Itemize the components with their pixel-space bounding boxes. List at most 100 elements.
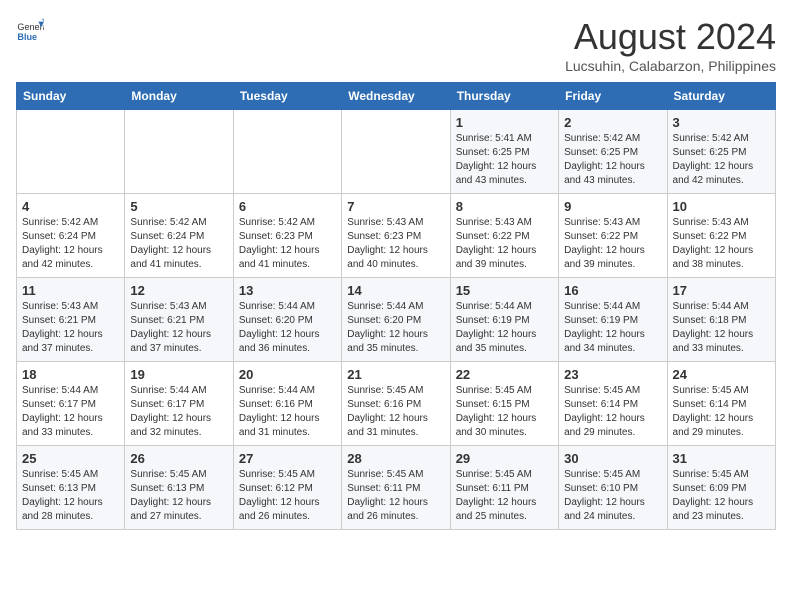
weekday-header-saturday: Saturday [667,83,775,110]
day-info: Sunrise: 5:44 AM Sunset: 6:19 PM Dayligh… [456,300,553,356]
weekday-header-sunday: Sunday [17,83,125,110]
day-number: 17 [673,283,770,298]
day-number: 27 [239,451,336,466]
calendar-cell: 31Sunrise: 5:45 AM Sunset: 6:09 PM Dayli… [667,446,775,530]
day-number: 7 [347,199,444,214]
week-row-4: 18 Sunrise: 5:44 AM Sunset: 6:17 PM Dayli… [17,362,776,446]
calendar-cell: 19 Sunrise: 5:44 AM Sunset: 6:17 PM Dayli… [125,362,233,446]
weekday-header-thursday: Thursday [450,83,558,110]
day-number: 16 [564,283,661,298]
day-info: Sunrise: 5:45 AM Sunset: 6:13 PM Dayligh… [22,468,119,524]
calendar-cell: 3 Sunrise: 5:42 AM Sunset: 6:25 PM Daylig… [667,110,775,194]
day-number: 21 [347,367,444,382]
day-number: 19 [130,367,227,382]
day-number: 2 [564,115,661,130]
day-number: 20 [239,367,336,382]
day-info: Sunrise: 5:45 AM Sunset: 6:14 PM Dayligh… [564,384,661,440]
day-info: Sunrise: 5:42 AM Sunset: 6:25 PM Dayligh… [673,132,770,188]
calendar-cell: 13 Sunrise: 5:44 AM Sunset: 6:20 PM Dayli… [233,278,341,362]
month-year: August 2024 [565,16,776,58]
calendar-cell: 7Sunrise: 5:43 AM Sunset: 6:23 PM Daylig… [342,194,450,278]
location: Lucsuhin, Calabarzon, Philippines [565,58,776,74]
day-info: Sunrise: 5:45 AM Sunset: 6:16 PM Dayligh… [347,384,444,440]
day-number: 23 [564,367,661,382]
logo: General Blue [16,16,44,44]
day-info: Sunrise: 5:42 AM Sunset: 6:25 PM Dayligh… [564,132,661,188]
day-number: 8 [456,199,553,214]
day-number: 26 [130,451,227,466]
day-info: Sunrise: 5:42 AM Sunset: 6:24 PM Dayligh… [130,216,227,272]
calendar-cell: 4 Sunrise: 5:42 AM Sunset: 6:24 PM Daylig… [17,194,125,278]
day-info: Sunrise: 5:44 AM Sunset: 6:17 PM Dayligh… [22,384,119,440]
calendar-cell: 26 Sunrise: 5:45 AM Sunset: 6:13 PM Dayli… [125,446,233,530]
calendar-cell: 20Sunrise: 5:44 AM Sunset: 6:16 PM Dayli… [233,362,341,446]
calendar-cell: 16 Sunrise: 5:44 AM Sunset: 6:19 PM Dayli… [559,278,667,362]
day-info: Sunrise: 5:43 AM Sunset: 6:22 PM Dayligh… [564,216,661,272]
day-info: Sunrise: 5:41 AM Sunset: 6:25 PM Dayligh… [456,132,553,188]
day-number: 10 [673,199,770,214]
calendar-cell: 17Sunrise: 5:44 AM Sunset: 6:18 PM Dayli… [667,278,775,362]
calendar-cell: 30 Sunrise: 5:45 AM Sunset: 6:10 PM Dayli… [559,446,667,530]
calendar-cell: 11 Sunrise: 5:43 AM Sunset: 6:21 PM Dayli… [17,278,125,362]
calendar-cell: 1 Sunrise: 5:41 AM Sunset: 6:25 PM Daylig… [450,110,558,194]
day-number: 11 [22,283,119,298]
day-info: Sunrise: 5:43 AM Sunset: 6:21 PM Dayligh… [130,300,227,356]
calendar-cell: 27 Sunrise: 5:45 AM Sunset: 6:12 PM Dayli… [233,446,341,530]
day-number: 6 [239,199,336,214]
day-info: Sunrise: 5:45 AM Sunset: 6:13 PM Dayligh… [130,468,227,524]
calendar-cell [17,110,125,194]
day-info: Sunrise: 5:43 AM Sunset: 6:22 PM Dayligh… [673,216,770,272]
day-number: 25 [22,451,119,466]
calendar-cell: 8 Sunrise: 5:43 AM Sunset: 6:22 PM Daylig… [450,194,558,278]
day-info: Sunrise: 5:45 AM Sunset: 6:12 PM Dayligh… [239,468,336,524]
day-number: 30 [564,451,661,466]
day-info: Sunrise: 5:42 AM Sunset: 6:23 PM Dayligh… [239,216,336,272]
day-number: 13 [239,283,336,298]
day-number: 3 [673,115,770,130]
day-number: 12 [130,283,227,298]
day-info: Sunrise: 5:44 AM Sunset: 6:17 PM Dayligh… [130,384,227,440]
day-number: 4 [22,199,119,214]
logo-icon: General Blue [16,16,44,44]
day-info: Sunrise: 5:44 AM Sunset: 6:19 PM Dayligh… [564,300,661,356]
day-info: Sunrise: 5:42 AM Sunset: 6:24 PM Dayligh… [22,216,119,272]
calendar-cell: 5 Sunrise: 5:42 AM Sunset: 6:24 PM Daylig… [125,194,233,278]
calendar-cell [125,110,233,194]
calendar-cell: 22Sunrise: 5:45 AM Sunset: 6:15 PM Dayli… [450,362,558,446]
calendar-cell: 9 Sunrise: 5:43 AM Sunset: 6:22 PM Daylig… [559,194,667,278]
day-info: Sunrise: 5:43 AM Sunset: 6:21 PM Dayligh… [22,300,119,356]
day-number: 18 [22,367,119,382]
day-info: Sunrise: 5:43 AM Sunset: 6:22 PM Dayligh… [456,216,553,272]
day-number: 29 [456,451,553,466]
calendar-cell: 23 Sunrise: 5:45 AM Sunset: 6:14 PM Dayli… [559,362,667,446]
day-info: Sunrise: 5:45 AM Sunset: 6:10 PM Dayligh… [564,468,661,524]
calendar-cell: 21 Sunrise: 5:45 AM Sunset: 6:16 PM Dayli… [342,362,450,446]
day-number: 1 [456,115,553,130]
calendar-cell: 18 Sunrise: 5:44 AM Sunset: 6:17 PM Dayli… [17,362,125,446]
calendar-cell: 2 Sunrise: 5:42 AM Sunset: 6:25 PM Daylig… [559,110,667,194]
calendar-cell: 25 Sunrise: 5:45 AM Sunset: 6:13 PM Dayli… [17,446,125,530]
calendar-cell: 12 Sunrise: 5:43 AM Sunset: 6:21 PM Dayli… [125,278,233,362]
week-row-2: 4 Sunrise: 5:42 AM Sunset: 6:24 PM Daylig… [17,194,776,278]
week-row-3: 11 Sunrise: 5:43 AM Sunset: 6:21 PM Dayli… [17,278,776,362]
day-number: 15 [456,283,553,298]
day-info: Sunrise: 5:44 AM Sunset: 6:20 PM Dayligh… [239,300,336,356]
calendar-cell: 14Sunrise: 5:44 AM Sunset: 6:20 PM Dayli… [342,278,450,362]
day-info: Sunrise: 5:45 AM Sunset: 6:11 PM Dayligh… [347,468,444,524]
day-number: 14 [347,283,444,298]
day-info: Sunrise: 5:45 AM Sunset: 6:15 PM Dayligh… [456,384,553,440]
calendar-cell [233,110,341,194]
weekday-header-row: SundayMondayTuesdayWednesdayThursdayFrid… [17,83,776,110]
calendar-cell: 6 Sunrise: 5:42 AM Sunset: 6:23 PM Daylig… [233,194,341,278]
day-info: Sunrise: 5:45 AM Sunset: 6:14 PM Dayligh… [673,384,770,440]
weekday-header-tuesday: Tuesday [233,83,341,110]
day-number: 9 [564,199,661,214]
calendar-cell [342,110,450,194]
title-area: August 2024 Lucsuhin, Calabarzon, Philip… [565,16,776,74]
day-number: 5 [130,199,227,214]
day-number: 31 [673,451,770,466]
calendar-cell: 15 Sunrise: 5:44 AM Sunset: 6:19 PM Dayli… [450,278,558,362]
day-number: 28 [347,451,444,466]
svg-text:Blue: Blue [17,32,37,42]
day-info: Sunrise: 5:45 AM Sunset: 6:11 PM Dayligh… [456,468,553,524]
